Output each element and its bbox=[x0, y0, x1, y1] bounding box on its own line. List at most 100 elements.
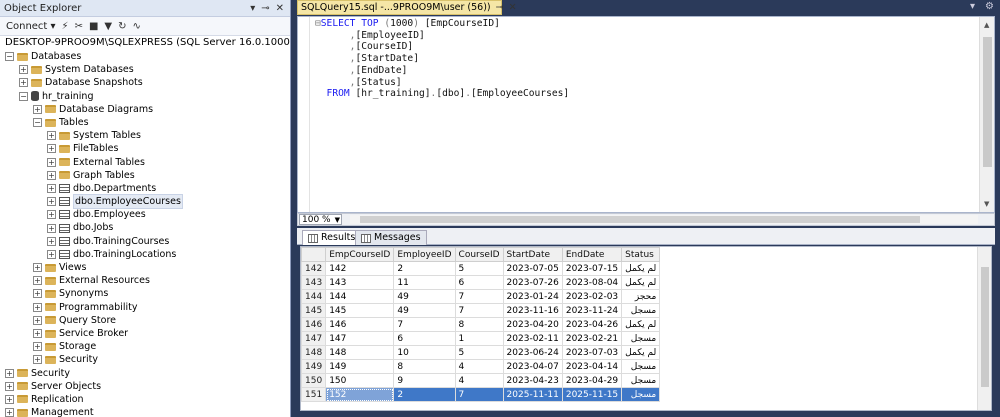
table-cell[interactable]: 145 bbox=[325, 303, 395, 318]
table-cell[interactable]: 4 bbox=[454, 373, 504, 388]
status-cell[interactable]: لم يكمل bbox=[621, 317, 661, 332]
table-row[interactable]: 143 143 11 6 2023-07-26 2023-08-04 لم يكمل bbox=[301, 275, 661, 290]
row-number[interactable]: 145 bbox=[301, 303, 327, 318]
expand-icon[interactable]: + bbox=[47, 157, 56, 167]
table-row[interactable]: 148 148 10 5 2023-06-24 2023-07-03 لم يكمل bbox=[301, 345, 661, 360]
expand-icon[interactable]: + bbox=[47, 249, 56, 259]
tree-node[interactable]: − Tables bbox=[0, 116, 290, 129]
table-cell[interactable]: 2023-04-23 bbox=[502, 373, 563, 388]
disconnect-icon[interactable]: ✂ bbox=[75, 21, 83, 32]
table-cell[interactable]: 2 bbox=[393, 387, 456, 402]
table-cell[interactable]: 7 bbox=[454, 289, 504, 304]
tree-node[interactable]: + Graph Tables bbox=[0, 169, 290, 182]
expand-icon[interactable]: + bbox=[5, 408, 14, 417]
expand-icon[interactable]: + bbox=[5, 368, 14, 378]
table-cell[interactable]: 2023-02-11 bbox=[502, 331, 563, 346]
expand-icon[interactable]: + bbox=[19, 65, 28, 75]
tree-node[interactable]: + System Tables bbox=[0, 129, 290, 142]
table-row[interactable]: 151 152 2 7 2025-11-11 2025-11-15 مسجل bbox=[301, 387, 661, 402]
collapse-icon[interactable]: − bbox=[5, 52, 14, 62]
table-cell[interactable]: 2023-07-26 bbox=[502, 275, 563, 290]
settings-icon[interactable]: ⚙ bbox=[985, 1, 994, 12]
tree-node[interactable]: + dbo.Employees bbox=[0, 208, 290, 221]
chevron-down-icon[interactable]: ▼ bbox=[335, 215, 340, 225]
table-cell[interactable]: 9 bbox=[393, 373, 456, 388]
status-cell[interactable]: مسجل bbox=[621, 387, 661, 402]
row-number[interactable]: 150 bbox=[301, 373, 327, 388]
tree-node[interactable]: − Databases bbox=[0, 50, 290, 63]
table-cell[interactable]: 5 bbox=[454, 261, 504, 276]
table-cell[interactable]: 8 bbox=[454, 317, 504, 332]
table-cell[interactable]: 10 bbox=[393, 345, 456, 360]
table-cell[interactable]: 2023-04-29 bbox=[561, 373, 623, 388]
table-row[interactable]: 147 147 6 1 2023-02-11 2023-02-21 مسجل bbox=[301, 331, 661, 346]
table-row[interactable]: 142 142 2 5 2023-07-05 2023-07-15 لم يكمل bbox=[301, 261, 661, 276]
refresh-icon[interactable]: ↻ bbox=[118, 21, 126, 32]
grid-vertical-scrollbar[interactable] bbox=[977, 247, 991, 410]
tree-node[interactable]: + Programmability bbox=[0, 301, 290, 314]
tree-node[interactable]: + dbo.Jobs bbox=[0, 221, 290, 234]
tree-node[interactable]: + Database Snapshots bbox=[0, 76, 290, 89]
tree-node[interactable]: + dbo.TrainingCourses bbox=[0, 235, 290, 248]
table-cell[interactable]: 1 bbox=[454, 331, 504, 346]
row-number[interactable]: 147 bbox=[301, 331, 327, 346]
editor-vertical-scrollbar[interactable]: ▲ ▼ bbox=[979, 17, 994, 212]
scroll-thumb[interactable] bbox=[981, 267, 989, 387]
scroll-down-icon[interactable]: ▼ bbox=[984, 200, 989, 208]
tree-node[interactable]: + Management bbox=[0, 406, 290, 417]
tree-node[interactable]: + System Databases bbox=[0, 63, 290, 76]
editor-horizontal-scrollbar[interactable] bbox=[350, 215, 978, 224]
row-number[interactable]: 143 bbox=[301, 275, 327, 290]
table-cell[interactable]: 2025-11-15 bbox=[561, 387, 623, 402]
tree-node[interactable]: + Replication bbox=[0, 393, 290, 406]
table-cell[interactable]: 2023-07-15 bbox=[561, 261, 623, 276]
status-cell[interactable]: مسجل bbox=[621, 331, 661, 346]
table-row[interactable]: 146 146 7 8 2023-04-20 2023-04-26 لم يكمل bbox=[301, 317, 661, 332]
code-line[interactable]: ,[Status] bbox=[315, 77, 569, 89]
activity-icon[interactable]: ∿ bbox=[133, 21, 141, 32]
status-cell[interactable]: مسجل bbox=[621, 359, 661, 374]
sql-code[interactable]: ⊟SELECT TOP (1000) [EmpCourseID] ,[Emplo… bbox=[315, 18, 569, 100]
code-line[interactable]: ⊟SELECT TOP (1000) [EmpCourseID] bbox=[315, 18, 569, 30]
table-cell[interactable]: 5 bbox=[454, 345, 504, 360]
column-header[interactable]: EmployeeID bbox=[393, 247, 456, 262]
window-position-icon[interactable]: ▾ bbox=[250, 3, 255, 14]
table-cell[interactable]: 146 bbox=[325, 317, 395, 332]
status-cell[interactable]: لم يكمل bbox=[621, 345, 661, 360]
expand-icon[interactable]: + bbox=[33, 355, 42, 365]
table-cell[interactable]: 2023-02-21 bbox=[561, 331, 623, 346]
tree-node[interactable]: + Synonyms bbox=[0, 287, 290, 300]
column-header[interactable]: EmpCourseID bbox=[325, 247, 395, 262]
table-cell[interactable]: 2025-11-11 bbox=[502, 387, 563, 402]
table-cell[interactable]: 142 bbox=[325, 261, 395, 276]
expand-icon[interactable]: + bbox=[47, 210, 56, 220]
table-cell[interactable]: 143 bbox=[325, 275, 395, 290]
collapse-icon[interactable]: − bbox=[19, 91, 28, 101]
table-cell[interactable]: 2023-01-24 bbox=[502, 289, 563, 304]
tree-node[interactable]: − hr_training bbox=[0, 90, 290, 103]
results-grid[interactable]: EmpCourseID EmployeeID CourseID StartDat… bbox=[300, 246, 992, 411]
table-cell[interactable]: 6 bbox=[393, 331, 456, 346]
code-line[interactable]: ,[CourseID] bbox=[315, 41, 569, 53]
column-header[interactable]: Status bbox=[621, 247, 661, 262]
status-cell[interactable]: لم يكمل bbox=[621, 275, 661, 290]
status-cell[interactable]: محجز bbox=[621, 289, 661, 304]
table-cell[interactable]: 2023-04-07 bbox=[502, 359, 563, 374]
query-tab[interactable]: SQLQuery15.sql -...9PROO9M\user (56)) ⊸ … bbox=[297, 0, 517, 15]
column-header[interactable]: StartDate bbox=[502, 247, 563, 262]
tree-node[interactable]: + dbo.TrainingLocations bbox=[0, 248, 290, 261]
expand-icon[interactable]: + bbox=[33, 104, 42, 114]
table-cell[interactable]: 7 bbox=[454, 303, 504, 318]
expand-icon[interactable]: + bbox=[47, 236, 56, 246]
grid-corner[interactable] bbox=[301, 247, 327, 262]
tree-node[interactable]: + FileTables bbox=[0, 142, 290, 155]
expand-icon[interactable]: + bbox=[33, 329, 42, 339]
table-cell[interactable]: 49 bbox=[393, 303, 456, 318]
connect-button[interactable]: Connect ▾ bbox=[6, 21, 56, 32]
expand-icon[interactable]: + bbox=[33, 276, 42, 286]
close-icon[interactable]: ✕ bbox=[276, 3, 284, 14]
table-cell[interactable]: 2 bbox=[393, 261, 456, 276]
tab-messages[interactable]: Messages bbox=[355, 230, 427, 245]
tree-node[interactable]: + Views bbox=[0, 261, 290, 274]
chevron-down-icon[interactable]: ▾ bbox=[970, 1, 975, 12]
